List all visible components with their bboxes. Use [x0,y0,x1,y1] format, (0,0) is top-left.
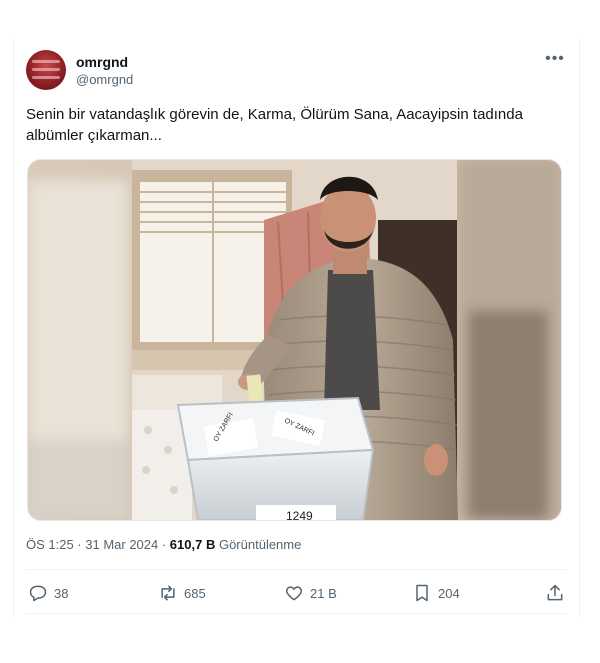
bookmark-button[interactable]: 204 [412,582,460,604]
tweet-timestamp: ÖS 1:25 · 31 Mar 2024 · 610,7 B Görüntül… [26,537,301,552]
tweet-photo[interactable]: OY ZARFI OY ZARFI 1249 [27,159,562,521]
avatar[interactable] [26,50,66,90]
user-display-name[interactable]: omrgnd [76,54,128,70]
user-handle[interactable]: @omrgnd [76,72,133,87]
repost-icon [161,585,175,601]
box-number: 1249 [286,509,313,520]
tweet-card: omrgnd @omrgnd ••• Senin bir vatandaşlık… [13,38,580,618]
views-label: Görüntülenme [218,537,302,552]
bookmark-icon [416,584,428,602]
like-count: 21 B [310,585,337,601]
views-count: 610,7 B [169,537,216,552]
repost-button[interactable]: 685 [158,582,206,604]
reply-count: 38 [54,585,69,601]
share-icon [547,584,563,601]
voting-photo: OY ZARFI OY ZARFI 1249 [28,160,561,520]
divider-top [26,569,567,570]
reply-button[interactable]: 38 [28,582,68,604]
tweet-actions: 38 685 21 B 204 [26,576,567,610]
tweet-time[interactable]: ÖS 1:25 · 31 Mar 2024 · [26,537,170,552]
share-button[interactable] [545,582,565,604]
bookmark-count: 204 [438,585,460,601]
divider-bottom [26,613,567,614]
reply-icon [29,585,47,602]
like-button[interactable]: 21 B [284,582,337,604]
repost-count: 685 [184,585,206,601]
tweet-text: Senin bir vatandaşlık görevin de, Karma,… [26,106,523,144]
like-icon [285,586,303,601]
tweet-header: omrgnd @omrgnd ••• [26,50,567,94]
more-icon[interactable]: ••• [543,51,567,72]
